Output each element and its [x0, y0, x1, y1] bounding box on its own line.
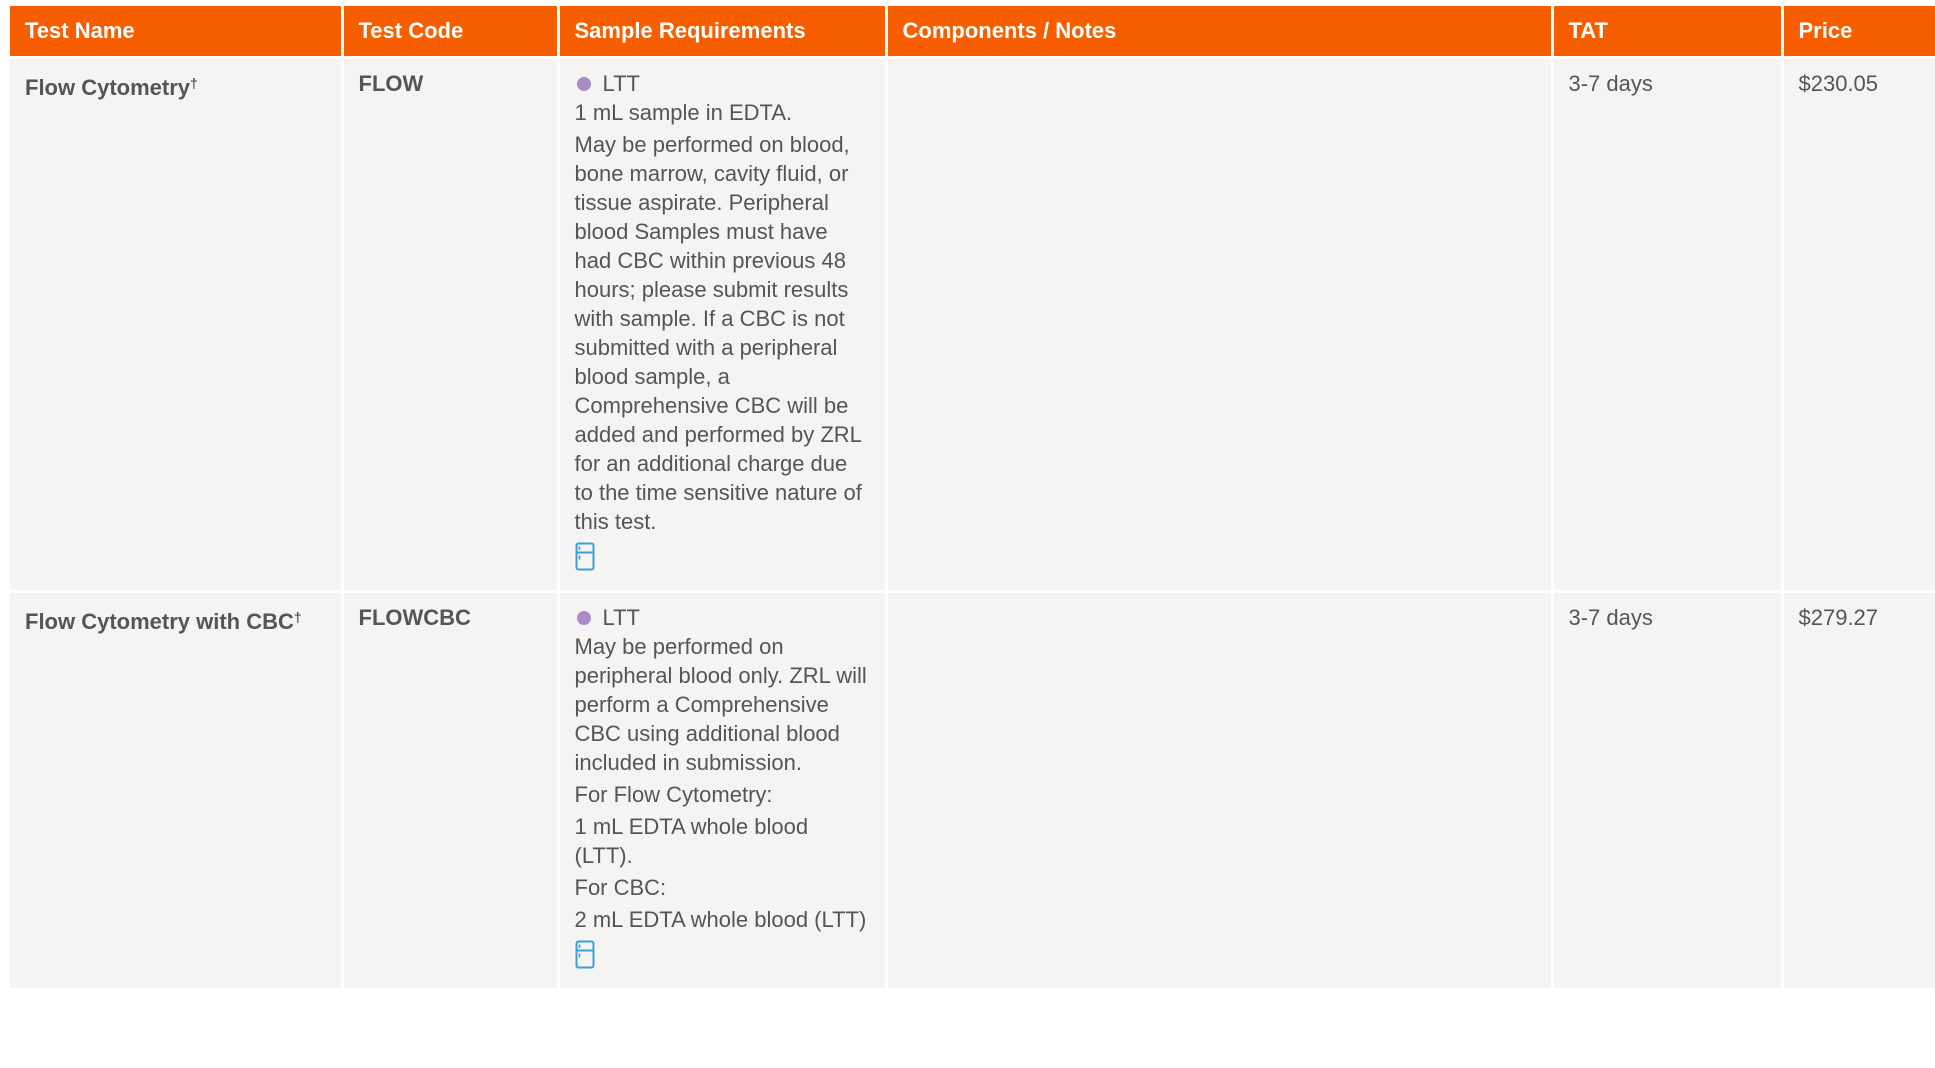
- test-table-wrapper: Test Name Test Code Sample Requirements …: [10, 6, 1935, 988]
- test-name: Flow Cytometry: [25, 75, 191, 100]
- test-table: Test Name Test Code Sample Requirements …: [10, 6, 1935, 988]
- header-price: Price: [1782, 6, 1935, 58]
- dagger-mark: †: [293, 609, 302, 625]
- test-code: FLOW: [358, 71, 424, 96]
- tube-label: LTT: [602, 71, 640, 96]
- tat-cell: 3-7 days: [1552, 56, 1784, 592]
- header-components-notes: Components / Notes: [886, 6, 1554, 58]
- header-tat: TAT: [1552, 6, 1784, 58]
- tube-label: LTT: [602, 605, 640, 630]
- sample-paragraph: 2 mL EDTA whole blood (LTT): [574, 907, 867, 932]
- refrigerator-icon: [575, 542, 870, 578]
- components-notes-cell: [886, 56, 1554, 592]
- test-code-cell: FLOWCBC: [342, 590, 560, 988]
- test-code: FLOWCBC: [358, 605, 471, 630]
- tube-color-dot: [576, 610, 591, 625]
- tube-color-dot: [576, 76, 591, 91]
- sample-paragraph: May be performed on blood, bone marrow, …: [574, 132, 862, 534]
- header-test-code: Test Code: [342, 6, 560, 58]
- table-row: Flow Cytometry† FLOW LTT 1 mL sample in …: [10, 56, 1935, 592]
- header-sample-requirements: Sample Requirements: [558, 6, 888, 58]
- components-notes-cell: [886, 590, 1554, 988]
- dagger-mark: †: [190, 75, 198, 91]
- sample-paragraph: 1 mL sample in EDTA.: [574, 100, 793, 125]
- sample-paragraph: For CBC:: [574, 875, 667, 900]
- test-code-cell: FLOW: [342, 56, 560, 592]
- sample-paragraph: 1 mL EDTA whole blood (LTT).: [574, 814, 809, 868]
- tat-cell: 3-7 days: [1552, 590, 1784, 988]
- refrigerator-icon: [575, 940, 870, 976]
- sample-paragraph: May be performed on peripheral blood onl…: [574, 634, 867, 775]
- test-name-cell: Flow Cytometry with CBC†: [10, 590, 344, 988]
- tube-type: LTT: [575, 603, 870, 632]
- table-row: Flow Cytometry with CBC† FLOWCBC LTT May…: [10, 590, 1935, 988]
- test-name-cell: Flow Cytometry†: [10, 56, 344, 592]
- price-cell: $230.05: [1782, 56, 1935, 592]
- table-header-row: Test Name Test Code Sample Requirements …: [10, 6, 1935, 58]
- sample-requirements-cell: LTT May be performed on peripheral blood…: [558, 590, 888, 988]
- test-name: Flow Cytometry with CBC: [25, 609, 294, 634]
- price-cell: $279.27: [1782, 590, 1935, 988]
- header-test-name: Test Name: [10, 6, 344, 58]
- tube-type: LTT: [575, 69, 870, 98]
- sample-requirements-cell: LTT 1 mL sample in EDTA. May be performe…: [558, 56, 888, 592]
- sample-paragraph: For Flow Cytometry:: [574, 782, 773, 807]
